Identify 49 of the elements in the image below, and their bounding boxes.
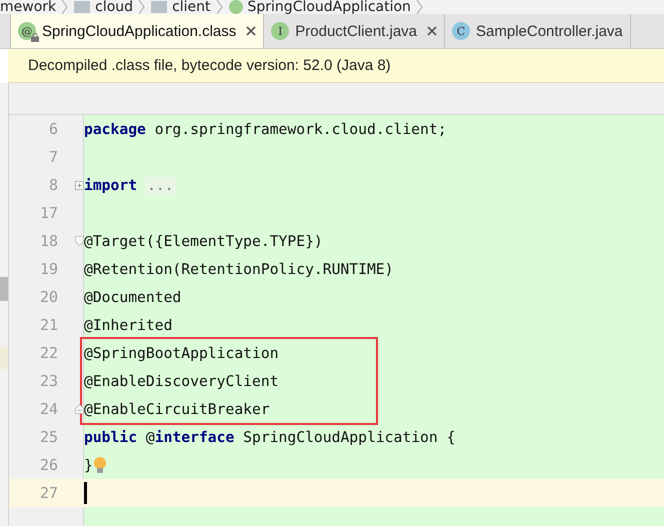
line-number: 18 — [38, 232, 59, 250]
code-line: @EnableDiscoveryClient — [84, 372, 279, 390]
code-line: package org.springframework.cloud.client; — [84, 120, 447, 138]
scroll-marker — [0, 277, 8, 301]
annotation-icon — [228, 0, 243, 14]
close-icon[interactable] — [246, 26, 256, 36]
collapse-fold-icon[interactable] — [75, 403, 84, 415]
folder-icon — [151, 1, 168, 13]
breadcrumb-item[interactable]: client — [172, 0, 211, 14]
breadcrumb-item[interactable]: mework — [0, 0, 56, 14]
line-number: 19 — [38, 260, 59, 278]
line-number: 20 — [38, 288, 59, 306]
file-type-icon: @ — [18, 22, 36, 40]
line-number: 17 — [38, 204, 59, 222]
text-cursor — [84, 482, 87, 504]
line-number: 7 — [48, 148, 59, 166]
line-number: 27 — [38, 484, 59, 502]
decompiled-notice: Decompiled .class file, bytecode version: 52.0 (Java 8) — [8, 49, 664, 83]
code-line: @Documented — [84, 288, 182, 306]
line-number: 23 — [38, 372, 59, 390]
breadcrumb-item[interactable]: cloud — [95, 0, 134, 14]
line-number: 8 — [48, 176, 59, 194]
code-line: @Inherited — [84, 316, 172, 334]
chevron-icon — [61, 0, 68, 14]
line-number: 21 — [38, 316, 59, 334]
chevron-icon — [216, 0, 223, 14]
line-number: 22 — [38, 344, 59, 362]
line-number: 24 — [38, 400, 59, 418]
close-icon[interactable] — [427, 26, 438, 36]
file-type-icon: I — [271, 22, 290, 40]
line-number: 26 — [38, 456, 59, 474]
lightbulb-icon[interactable] — [92, 456, 107, 474]
editor-tab[interactable]: @ SpringCloudApplication.class — [10, 14, 264, 48]
code-line: @Target({ElementType.TYPE}) — [84, 232, 323, 250]
chevron-icon — [416, 0, 423, 14]
code-line: @SpringBootApplication — [84, 344, 279, 362]
chevron-icon — [138, 0, 146, 14]
code-line: } — [84, 456, 93, 474]
folder-icon — [74, 1, 90, 13]
code-line: public @interface SpringCloudApplication { — [84, 428, 456, 446]
file-type-icon: C — [452, 22, 470, 40]
code-line: @Retention(RetentionPolicy.RUNTIME) — [84, 260, 394, 278]
code-line: import ... — [84, 176, 176, 194]
breadcrumb-item[interactable]: SpringCloudApplication — [248, 0, 411, 14]
line-number: 6 — [48, 120, 59, 138]
scroll-marker — [0, 347, 8, 369]
code-line: @EnableCircuitBreaker — [84, 400, 270, 418]
expand-fold-icon[interactable] — [75, 180, 84, 190]
line-number: 25 — [38, 428, 59, 446]
